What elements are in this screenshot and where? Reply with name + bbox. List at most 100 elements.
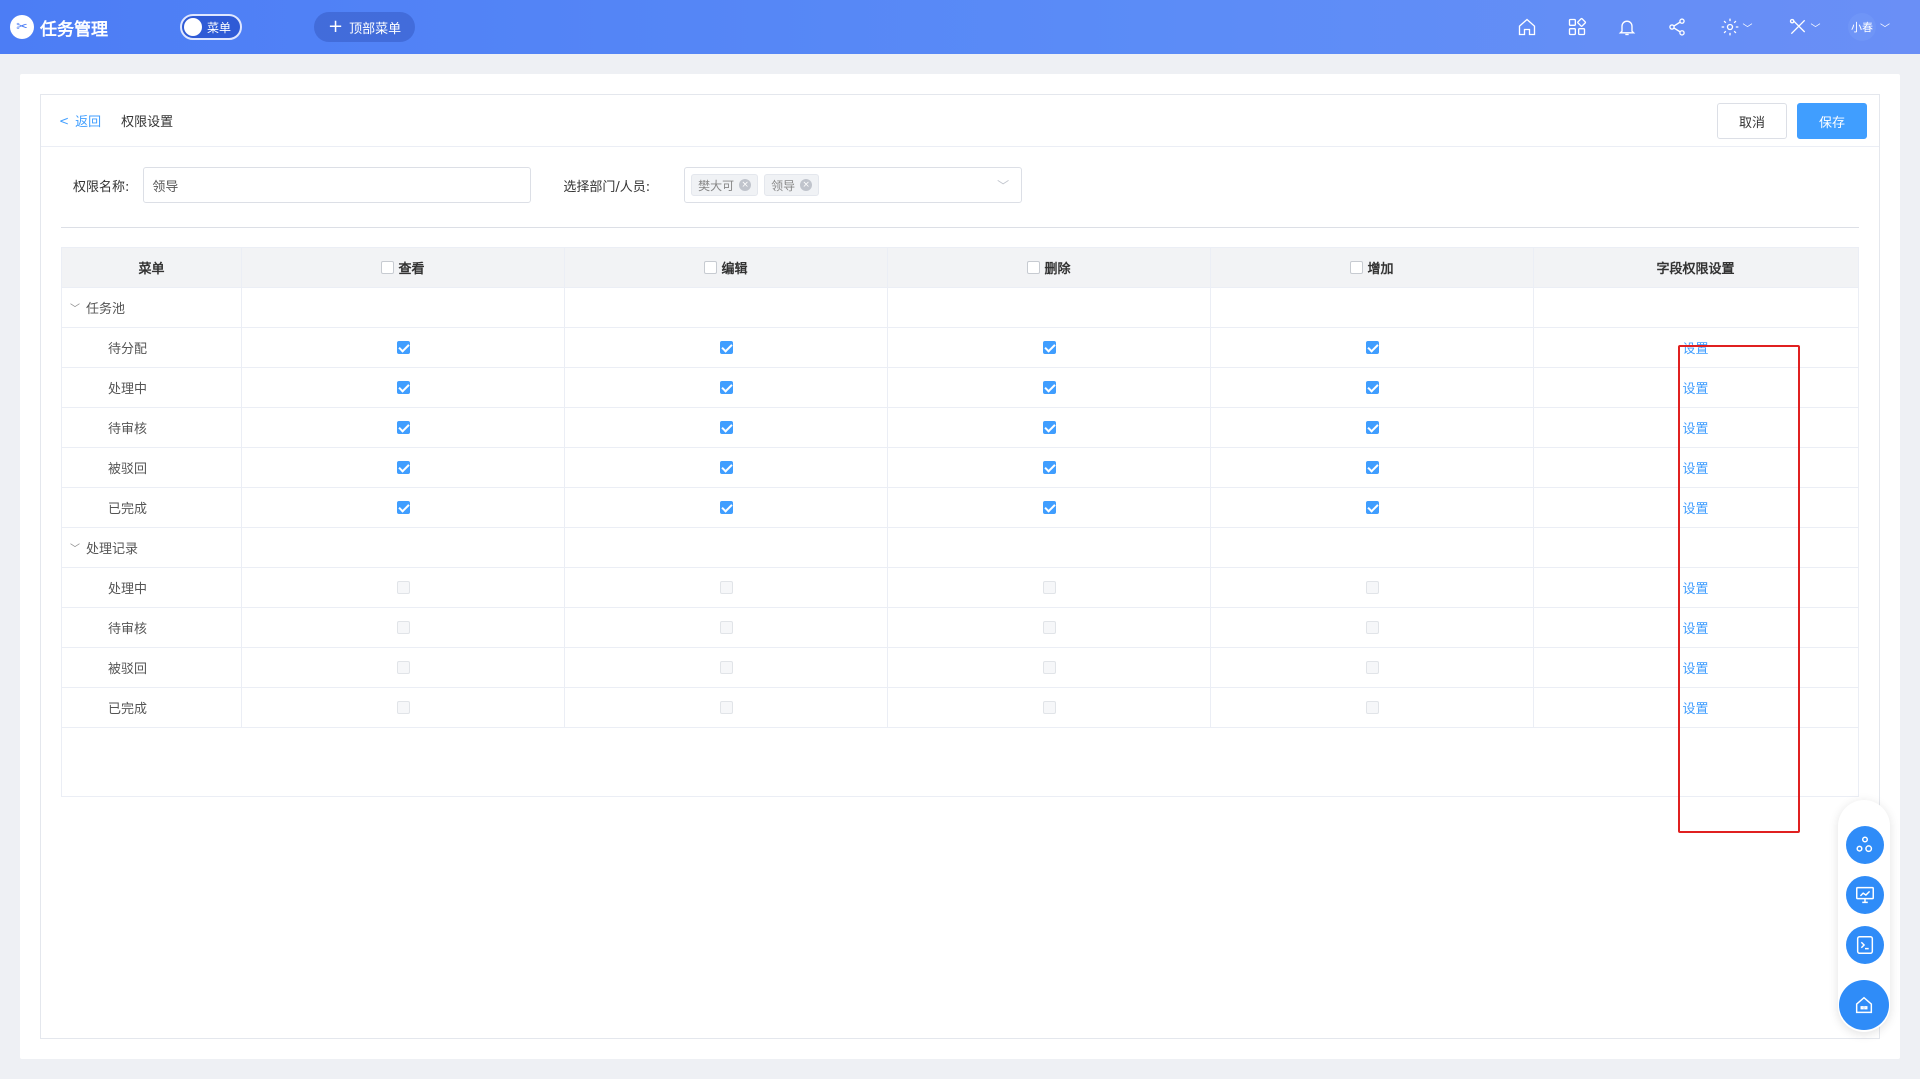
permission-name-input[interactable]: 领导 — [143, 167, 532, 203]
permission-checkbox[interactable] — [1042, 421, 1056, 434]
permission-checkbox[interactable] — [396, 461, 410, 474]
col-menu: 菜单 — [62, 248, 242, 287]
permission-checkbox[interactable] — [396, 381, 410, 394]
share-icon[interactable] — [1666, 16, 1688, 38]
tools-menu[interactable]: ﹀ — [1784, 16, 1824, 38]
col-view-label: 查看 — [398, 262, 425, 277]
settings-share-button[interactable] — [1846, 826, 1884, 864]
group-row: ﹀ 处理记录 — [62, 528, 1858, 568]
permission-name-value: 领导 — [152, 179, 179, 195]
group-name-cell[interactable]: ﹀ 处理记录 — [62, 528, 242, 567]
close-icon[interactable]: × — [800, 179, 813, 191]
close-icon[interactable]: × — [739, 179, 752, 191]
permission-checkbox[interactable] — [1365, 381, 1379, 394]
chevron-down-icon[interactable]: ﹀ — [70, 540, 80, 555]
checkbox-cell — [888, 688, 1211, 727]
app-logo[interactable]: ✂ 任务管理 — [10, 15, 108, 40]
select-all-delete-checkbox[interactable] — [1027, 261, 1041, 274]
dept-user-select[interactable]: 樊大可 × 领导 × ﹀ — [684, 167, 1023, 203]
permission-checkbox[interactable] — [396, 421, 410, 434]
permission-checkbox[interactable] — [1365, 461, 1379, 474]
back-label: 返回 — [75, 115, 102, 130]
empty-cell — [1534, 288, 1857, 327]
permission-checkbox[interactable] — [396, 701, 410, 714]
permission-checkbox[interactable] — [1042, 501, 1056, 514]
selected-tag: 领导 × — [764, 174, 820, 196]
select-all-view-checkbox[interactable] — [381, 261, 395, 274]
permission-checkbox[interactable] — [719, 661, 733, 674]
permission-checkbox[interactable] — [1042, 701, 1056, 714]
col-view: 查看 — [242, 248, 565, 287]
permission-checkbox[interactable] — [396, 661, 410, 674]
permission-checkbox[interactable] — [396, 621, 410, 634]
permission-checkbox[interactable] — [719, 581, 733, 594]
permission-checkbox[interactable] — [719, 461, 733, 474]
gear-menu[interactable]: ﹀ — [1716, 16, 1756, 38]
permission-checkbox[interactable] — [1042, 621, 1056, 634]
checkbox-cell — [565, 688, 888, 727]
permission-form: 权限名称: 领导 选择部门/人员: 樊大可 × 领导 × ﹀ — [41, 147, 1879, 223]
permission-checkbox[interactable] — [1042, 661, 1056, 674]
checkbox-cell — [1211, 568, 1534, 607]
permission-checkbox[interactable] — [1365, 421, 1379, 434]
chevron-down-icon[interactable]: ﹀ — [70, 300, 80, 315]
permission-checkbox[interactable] — [396, 341, 410, 354]
tools-logo-icon: ✂ — [10, 15, 34, 39]
menu-toggle-label: 菜单 — [206, 20, 231, 35]
bell-icon[interactable] — [1616, 16, 1638, 38]
permission-checkbox[interactable] — [719, 701, 733, 714]
permission-checkbox[interactable] — [719, 621, 733, 634]
save-button[interactable]: 保存 — [1797, 103, 1867, 139]
checkbox-cell — [888, 328, 1211, 367]
permission-checkbox[interactable] — [1365, 501, 1379, 514]
permission-checkbox[interactable] — [1365, 341, 1379, 354]
top-menu-button[interactable]: + 顶部菜单 — [314, 12, 416, 42]
table-body: ﹀ 任务池 待分配 设置 处理中 设置 待审核 设置 被驳回 设置 已完成 设置 ﹀ 处理记录 处理中 设置待… — [62, 288, 1858, 728]
home-float-button[interactable] — [1839, 980, 1889, 1030]
console-button[interactable] — [1846, 926, 1884, 964]
monitor-button[interactable] — [1846, 876, 1884, 914]
content-card: < 返回 权限设置 取消 保存 权限名称: 领导 选择部门/人员: 樊大可 × — [20, 74, 1900, 1059]
checkbox-cell — [565, 448, 888, 487]
top-menu-label: 顶部菜单 — [349, 21, 402, 37]
permission-checkbox[interactable] — [719, 501, 733, 514]
permission-checkbox[interactable] — [1042, 581, 1056, 594]
grid-icon[interactable] — [1566, 16, 1588, 38]
permission-checkbox[interactable] — [396, 501, 410, 514]
home-icon[interactable] — [1516, 16, 1538, 38]
group-label: 任务池 — [86, 302, 126, 317]
permission-checkbox[interactable] — [1042, 341, 1056, 354]
back-link[interactable]: < 返回 — [59, 111, 102, 131]
select-all-add-checkbox[interactable] — [1350, 261, 1364, 274]
permission-checkbox[interactable] — [1365, 701, 1379, 714]
checkbox-cell — [888, 368, 1211, 407]
permission-checkbox[interactable] — [1365, 621, 1379, 634]
select-all-edit-checkbox[interactable] — [704, 261, 718, 274]
user-menu[interactable]: 小春 ﹀ — [1848, 13, 1890, 41]
checkbox-cell — [1211, 328, 1534, 367]
permission-checkbox[interactable] — [1365, 661, 1379, 674]
col-edit: 编辑 — [565, 248, 888, 287]
cancel-button[interactable]: 取消 — [1717, 103, 1787, 139]
cluster-gear-icon — [1856, 836, 1873, 853]
menu-name-cell: 被驳回 — [62, 648, 242, 687]
permission-checkbox[interactable] — [719, 381, 733, 394]
checkbox-cell — [242, 648, 565, 687]
table-row: 待审核 设置 — [62, 608, 1858, 648]
permission-checkbox[interactable] — [1042, 461, 1056, 474]
menu-toggle[interactable]: 菜单 — [180, 14, 242, 40]
permission-checkbox[interactable] — [719, 341, 733, 354]
permission-checkbox[interactable] — [396, 581, 410, 594]
permission-checkbox[interactable] — [719, 421, 733, 434]
plus-icon: + — [328, 16, 344, 37]
group-name-cell[interactable]: ﹀ 任务池 — [62, 288, 242, 327]
empty-cell — [242, 528, 565, 567]
home-icon — [1855, 996, 1873, 1014]
permission-checkbox[interactable] — [1365, 581, 1379, 594]
empty-cell — [1211, 528, 1534, 567]
permission-panel: < 返回 权限设置 取消 保存 权限名称: 领导 选择部门/人员: 樊大可 × — [40, 94, 1880, 1039]
checkbox-cell — [888, 408, 1211, 447]
col-edit-label: 编辑 — [721, 262, 748, 277]
permission-checkbox[interactable] — [1042, 381, 1056, 394]
name-label: 权限名称: — [73, 179, 130, 195]
